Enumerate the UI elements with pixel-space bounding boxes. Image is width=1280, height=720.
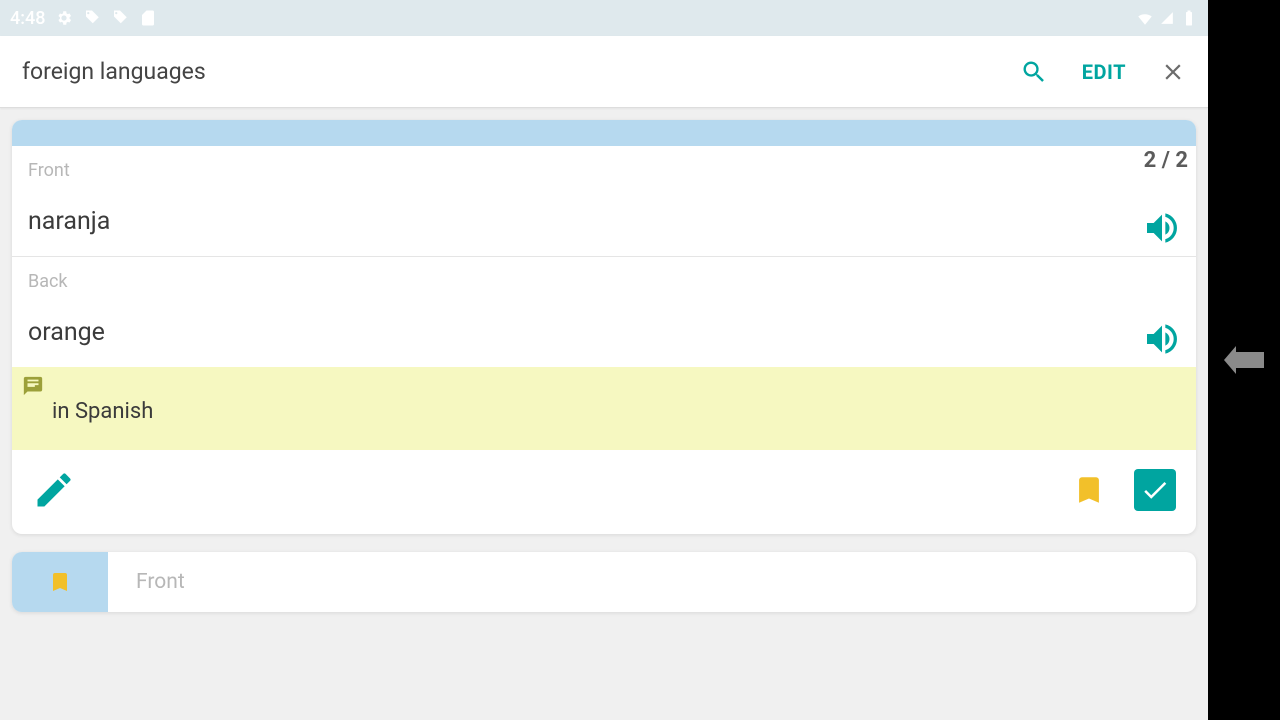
- speaker-icon[interactable]: [1142, 319, 1182, 359]
- bookmark-icon: [48, 565, 72, 599]
- signal-icon: [1160, 9, 1174, 27]
- app-bar: foreign languages EDIT: [0, 36, 1208, 108]
- page-title: foreign languages: [22, 58, 1020, 85]
- wifi-icon: [1136, 9, 1154, 27]
- nav-bar: [1208, 0, 1280, 720]
- status-time: 4:48: [10, 8, 45, 29]
- tag-icon: [83, 9, 101, 27]
- pencil-icon[interactable]: [32, 468, 76, 512]
- front-label: Front: [28, 160, 1180, 181]
- search-icon[interactable]: [1020, 58, 1048, 86]
- back-text: orange: [28, 318, 1180, 347]
- next-card-side: [12, 552, 108, 612]
- front-text: naranja: [28, 207, 1180, 236]
- sd-card-icon: [139, 9, 157, 27]
- back-icon[interactable]: [1224, 346, 1264, 374]
- status-bar: 4:48: [0, 0, 1208, 36]
- comment-icon: [22, 375, 44, 397]
- done-checkbox[interactable]: [1134, 469, 1176, 511]
- battery-icon: [1180, 9, 1198, 27]
- close-icon[interactable]: [1160, 59, 1186, 85]
- back-section: Back orange: [12, 257, 1196, 367]
- progress-bar: [12, 120, 1196, 146]
- next-card[interactable]: Front: [12, 552, 1196, 612]
- bookmark-icon[interactable]: [1072, 468, 1106, 512]
- note-text: in Spanish: [22, 399, 1186, 424]
- speaker-icon[interactable]: [1142, 208, 1182, 248]
- note-section: in Spanish: [12, 367, 1196, 450]
- gear-icon: [55, 9, 73, 27]
- next-front-label: Front: [136, 570, 185, 594]
- back-label: Back: [28, 271, 1180, 292]
- tag-icon: [111, 9, 129, 27]
- flashcard: 2 / 2 Front naranja Back orange in Spani…: [12, 120, 1196, 534]
- front-section: Front naranja: [12, 146, 1196, 256]
- card-footer: [12, 450, 1196, 534]
- edit-button[interactable]: EDIT: [1082, 60, 1126, 84]
